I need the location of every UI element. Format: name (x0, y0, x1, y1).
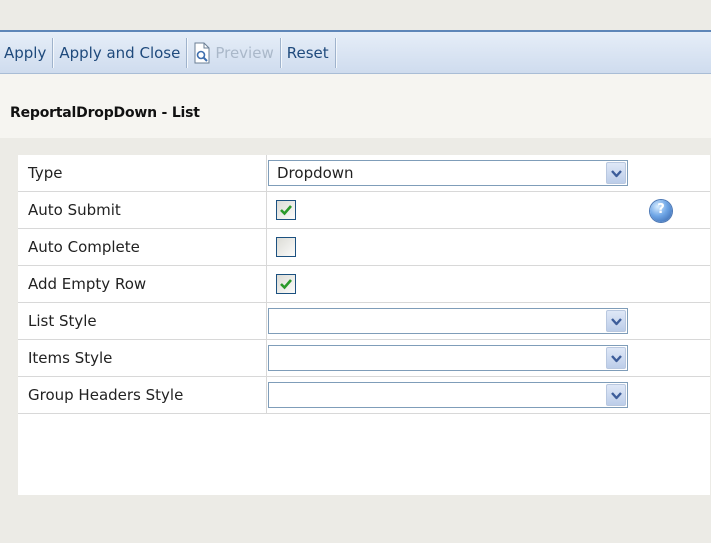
toolbar: Apply Apply and Close Preview Reset (0, 30, 711, 74)
auto-submit-label: Auto Submit (28, 201, 121, 219)
column-divider (266, 340, 267, 376)
page-header: ReportalDropDown - List (0, 74, 711, 138)
preview-button[interactable]: Preview (187, 37, 281, 68)
column-divider (266, 266, 267, 302)
reset-button[interactable]: Reset (281, 37, 336, 68)
form-row-group-headers-style: Group Headers Style (18, 377, 710, 414)
form-row-auto-submit: Auto Submit ? (18, 192, 710, 229)
form-row-auto-complete: Auto Complete (18, 229, 710, 266)
chevron-down-icon[interactable] (606, 347, 626, 369)
chevron-down-icon[interactable] (606, 162, 626, 184)
items-style-select[interactable] (268, 345, 628, 371)
preview-label: Preview (215, 43, 274, 62)
items-style-label: Items Style (28, 349, 113, 367)
form-row-list-style: List Style (18, 303, 710, 340)
top-strip (0, 0, 711, 30)
properties-form: Type Dropdown Auto Submit ? Auto Complet… (18, 155, 710, 495)
column-divider (266, 377, 267, 413)
page-title: ReportalDropDown - List (10, 105, 200, 121)
form-row-type: Type Dropdown (18, 155, 710, 192)
help-icon[interactable]: ? (650, 200, 672, 222)
list-style-label: List Style (28, 312, 97, 330)
preview-icon (193, 42, 211, 64)
column-divider (266, 229, 267, 265)
apply-button[interactable]: Apply (0, 37, 54, 68)
list-style-select[interactable] (268, 308, 628, 334)
form-row-items-style: Items Style (18, 340, 710, 377)
group-headers-style-label: Group Headers Style (28, 386, 184, 404)
auto-submit-checkbox[interactable] (276, 200, 296, 220)
chevron-down-icon[interactable] (606, 310, 626, 332)
chevron-down-icon[interactable] (606, 384, 626, 406)
type-select-value: Dropdown (277, 164, 354, 182)
apply-and-close-button[interactable]: Apply and Close (53, 37, 188, 68)
auto-complete-checkbox[interactable] (276, 237, 296, 257)
add-empty-row-checkbox[interactable] (276, 274, 296, 294)
form-row-add-empty-row: Add Empty Row (18, 266, 710, 303)
add-empty-row-label: Add Empty Row (28, 275, 147, 293)
group-headers-style-select[interactable] (268, 382, 628, 408)
column-divider (266, 155, 267, 191)
column-divider (266, 192, 267, 228)
auto-complete-label: Auto Complete (28, 238, 140, 256)
column-divider (266, 303, 267, 339)
type-label: Type (28, 164, 63, 182)
type-select[interactable]: Dropdown (268, 160, 628, 186)
